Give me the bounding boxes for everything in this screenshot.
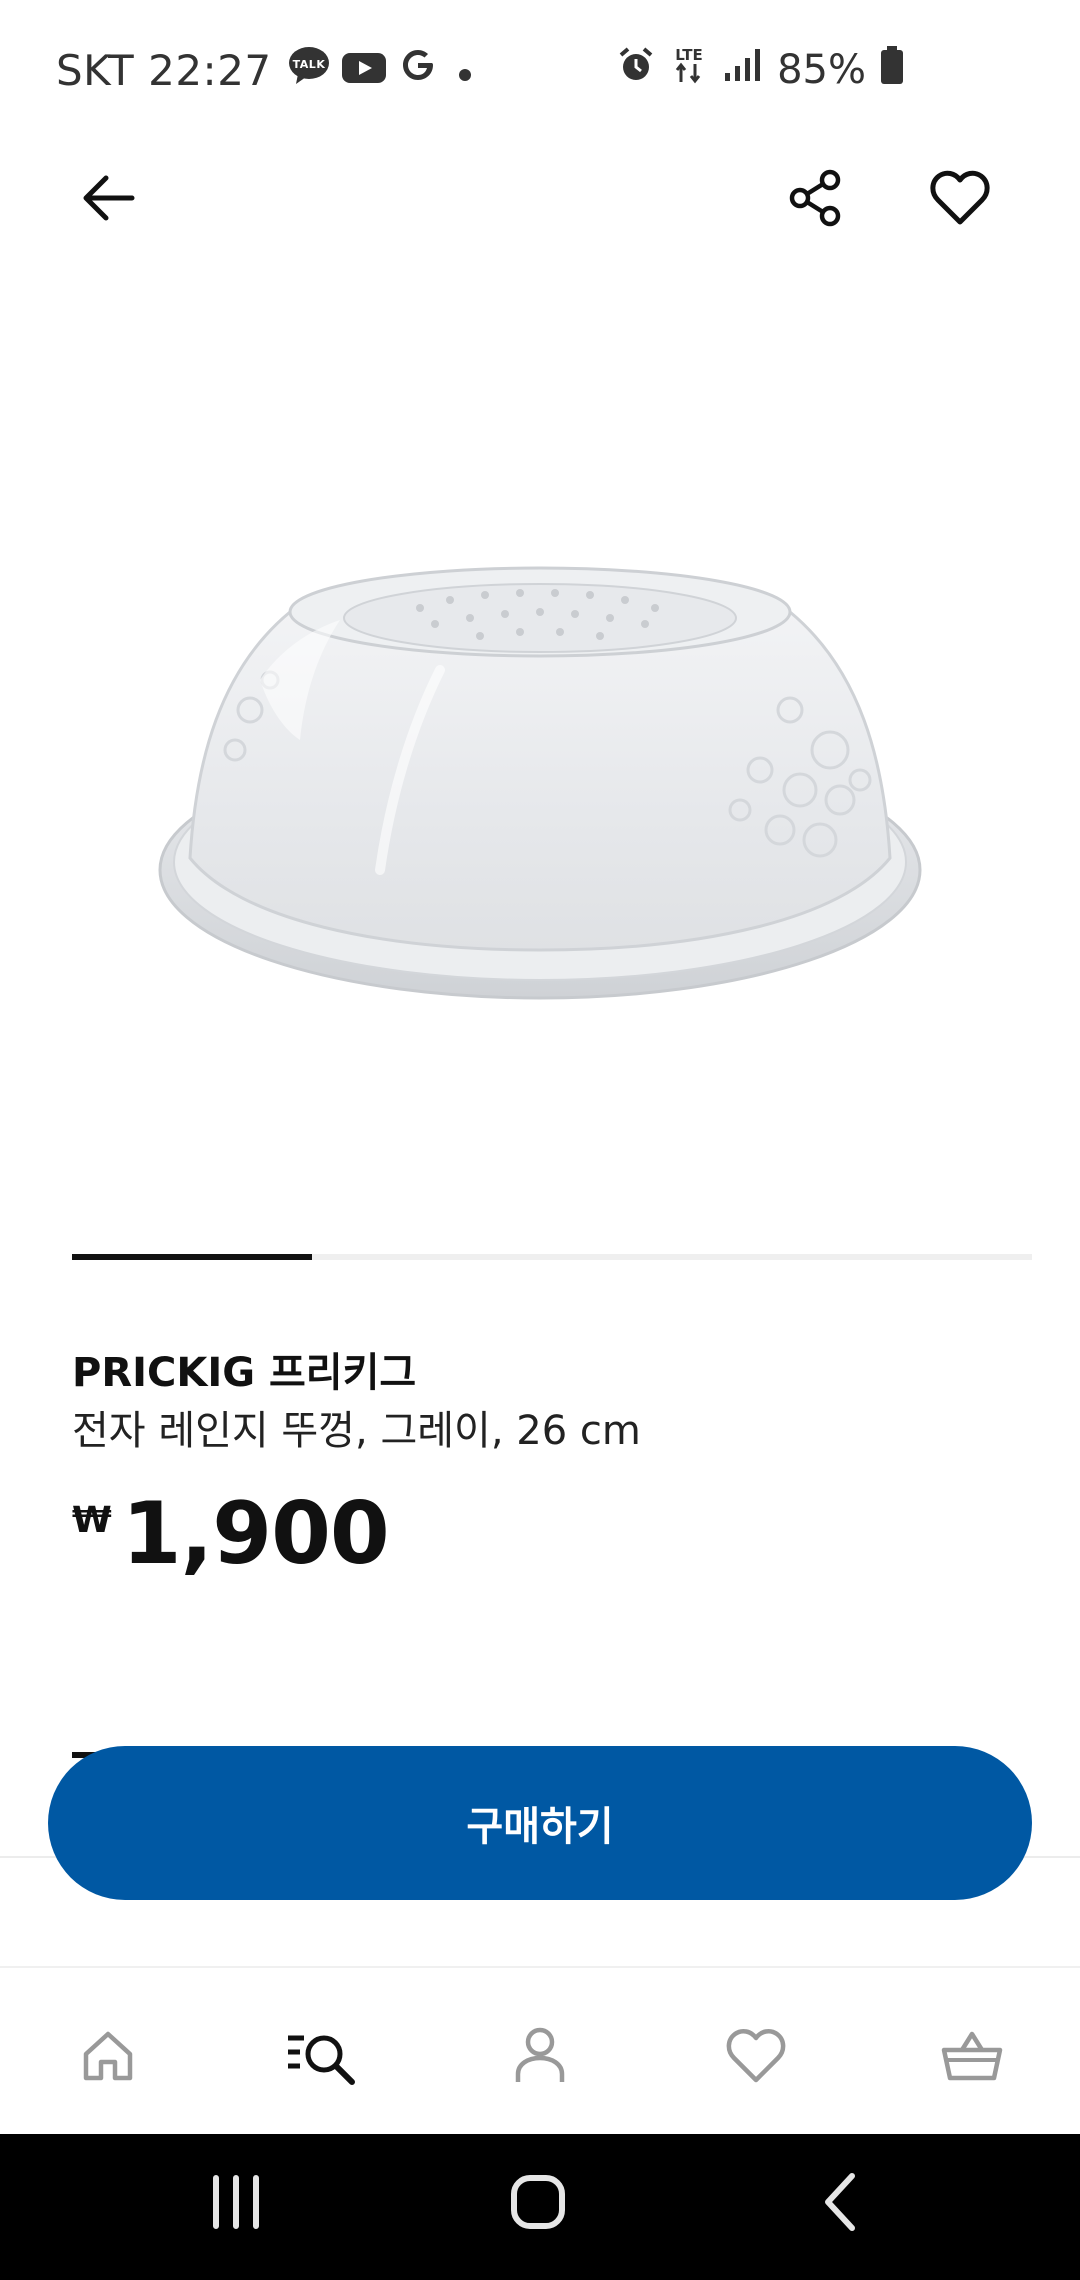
dot-icon (450, 46, 480, 95)
gallery-progress (72, 1254, 1032, 1260)
google-icon (398, 45, 438, 95)
recents-icon (206, 2174, 266, 2234)
home-icon (80, 2028, 136, 2088)
status-left: SKT 22:27 TALK (56, 40, 480, 100)
top-nav (0, 140, 1080, 260)
svg-text:TALK: TALK (292, 58, 325, 71)
notification-icons: TALK (288, 44, 480, 96)
battery-icon (880, 45, 904, 95)
favorite-button[interactable] (910, 150, 1010, 250)
tab-home[interactable] (58, 2008, 158, 2108)
price-value: 1,900 (121, 1484, 390, 1584)
share-icon (786, 168, 846, 232)
status-right: LTE 85% (617, 40, 904, 100)
gallery-progress-fill (72, 1254, 312, 1260)
profile-icon (512, 2026, 568, 2090)
clock: 22:27 (148, 45, 272, 95)
battery-text: 85% (777, 47, 866, 93)
back-icon (820, 2172, 860, 2236)
microwave-cover-illustration (158, 566, 922, 1000)
tab-favorites[interactable] (706, 2008, 806, 2108)
tab-profile[interactable] (490, 2008, 590, 2108)
back-nav-button[interactable] (780, 2154, 900, 2254)
carrier: SKT (56, 45, 135, 95)
product-name: PRICKIG 프리키그 (72, 1350, 417, 1396)
tab-search[interactable] (272, 2008, 372, 2108)
product-image[interactable] (140, 540, 940, 1020)
status-bar: SKT 22:27 TALK LTE 85% (0, 0, 1080, 140)
price-currency: ₩ (72, 1500, 112, 1541)
bottom-tab-bar (0, 1966, 1080, 2136)
signal-icon (723, 47, 763, 93)
search-list-icon (286, 2026, 358, 2090)
lte-icon: LTE (669, 44, 709, 96)
svg-text:LTE: LTE (675, 46, 703, 64)
youtube-icon (341, 46, 386, 95)
heart-icon (726, 2028, 786, 2088)
price: ₩ 1,900 (72, 1484, 390, 1584)
share-button[interactable] (766, 150, 866, 250)
back-button[interactable] (58, 150, 158, 250)
home-button[interactable] (478, 2154, 598, 2254)
buy-button[interactable]: 구매하기 (48, 1746, 1032, 1900)
tab-basket[interactable] (922, 2008, 1022, 2108)
heart-icon (930, 170, 990, 230)
arrow-left-icon (80, 170, 136, 230)
product-description: 전자 레인지 뚜껑, 그레이, 26 cm (72, 1408, 641, 1454)
alarm-icon (617, 46, 655, 94)
system-nav-bar (0, 2134, 1080, 2280)
recents-button[interactable] (176, 2154, 296, 2254)
home-icon (508, 2172, 568, 2236)
basket-icon (940, 2028, 1004, 2088)
talk-icon: TALK (288, 44, 330, 96)
